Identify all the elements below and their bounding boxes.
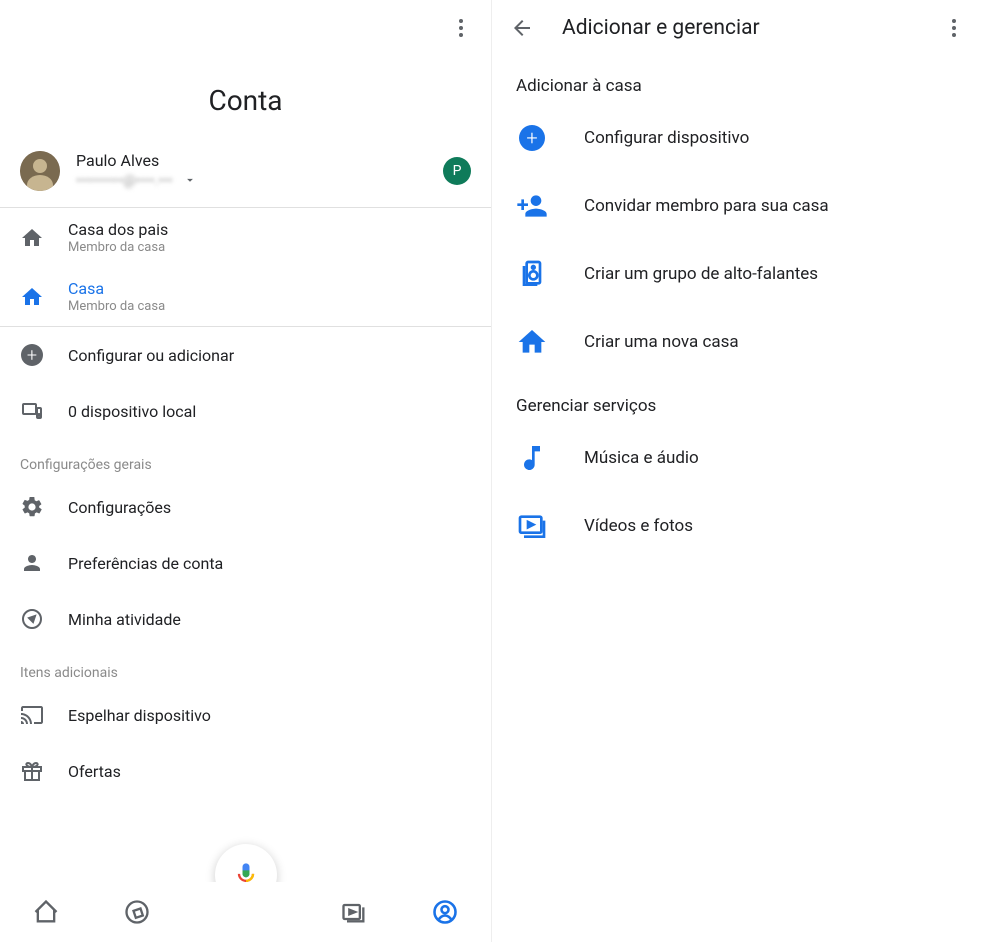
item-label: Ofertas [68, 762, 121, 781]
plus-circle-icon: + [516, 122, 548, 154]
device-local-icon [20, 399, 44, 423]
topbar [0, 0, 491, 56]
item-label: Criar um grupo de alto-falantes [584, 264, 818, 284]
my-activity-item[interactable]: Minha atividade [0, 591, 491, 647]
back-button[interactable] [510, 16, 534, 40]
item-label: Convidar membro para sua casa [584, 196, 829, 216]
speaker-group-icon [516, 258, 548, 290]
create-home-item[interactable]: Criar uma nova casa [492, 308, 984, 376]
mirror-device-item[interactable]: Espelhar dispositivo [0, 687, 491, 743]
topbar: Adicionar e gerenciar [492, 0, 984, 56]
compass-outline-icon [20, 607, 44, 631]
home-icon [20, 285, 44, 309]
nav-account-icon[interactable] [431, 898, 459, 926]
item-label: Configurar dispositivo [584, 128, 749, 148]
overflow-menu-icon[interactable] [942, 16, 966, 40]
overflow-menu-icon[interactable] [449, 16, 473, 40]
home-item-subtitle: Membro da casa [68, 240, 471, 255]
item-label: 0 dispositivo local [68, 402, 196, 421]
account-text: Paulo Alves ••••••••••@••••.••• [76, 151, 433, 190]
home-item-casa-dos-pais[interactable]: Casa dos pais Membro da casa [0, 208, 491, 267]
configure-add-item[interactable]: + Configurar ou adicionar [0, 327, 491, 383]
item-label: Espelhar dispositivo [68, 706, 211, 725]
cast-icon [20, 703, 44, 727]
item-label: Configurações [68, 498, 171, 517]
item-label: Preferências de conta [68, 554, 223, 573]
music-audio-item[interactable]: Música e áudio [492, 424, 984, 492]
item-label: Vídeos e fotos [584, 516, 693, 536]
item-label: Criar uma nova casa [584, 332, 739, 352]
item-label: Configurar ou adicionar [68, 346, 234, 365]
setup-device-item[interactable]: + Configurar dispositivo [492, 104, 984, 172]
section-header-additional: Itens adicionais [0, 647, 491, 687]
item-label: Música e áudio [584, 448, 699, 468]
music-note-icon [516, 442, 548, 474]
home-item-casa[interactable]: Casa Membro da casa [0, 267, 491, 326]
screen-title: Adicionar e gerenciar [562, 16, 942, 40]
video-photo-item[interactable]: Vídeos e fotos [492, 492, 984, 560]
account-selector[interactable]: Paulo Alves ••••••••••@••••.••• P [0, 151, 491, 207]
account-badge[interactable]: P [443, 157, 471, 185]
person-icon [20, 551, 44, 575]
home-item-subtitle: Membro da casa [68, 299, 471, 314]
account-name: Paulo Alves [76, 151, 433, 170]
section-header-general: Configurações gerais [0, 439, 491, 479]
home-icon [516, 326, 548, 358]
local-device-item[interactable]: 0 dispositivo local [0, 383, 491, 439]
add-manage-screen: Adicionar e gerenciar Adicionar à casa +… [492, 0, 984, 942]
home-item-title: Casa [68, 279, 471, 298]
person-add-icon [516, 190, 548, 222]
invite-member-item[interactable]: Convidar membro para sua casa [492, 172, 984, 240]
home-item-title: Casa dos pais [68, 220, 471, 239]
section-header-add: Adicionar à casa [492, 56, 984, 104]
section-header-services: Gerenciar serviços [492, 376, 984, 424]
page-title: Conta [0, 56, 491, 151]
nav-discover-icon[interactable] [123, 898, 151, 926]
video-photo-icon [516, 510, 548, 542]
speaker-group-item[interactable]: Criar um grupo de alto-falantes [492, 240, 984, 308]
gift-icon [20, 759, 44, 783]
gear-icon [20, 495, 44, 519]
plus-circle-icon: + [20, 343, 44, 367]
nav-media-icon[interactable] [340, 898, 368, 926]
account-preferences-item[interactable]: Preferências de conta [0, 535, 491, 591]
settings-item[interactable]: Configurações [0, 479, 491, 535]
account-screen: Conta Paulo Alves ••••••••••@••••.••• P … [0, 0, 492, 942]
item-label: Minha atividade [68, 610, 181, 629]
offers-item[interactable]: Ofertas [0, 743, 491, 799]
home-icon [20, 226, 44, 250]
account-email: ••••••••••@••••.••• [76, 173, 173, 189]
avatar [20, 151, 60, 191]
arrow-back-icon [510, 16, 534, 40]
chevron-down-icon [183, 172, 197, 191]
nav-home-icon[interactable] [32, 898, 60, 926]
bottom-nav [0, 882, 491, 942]
